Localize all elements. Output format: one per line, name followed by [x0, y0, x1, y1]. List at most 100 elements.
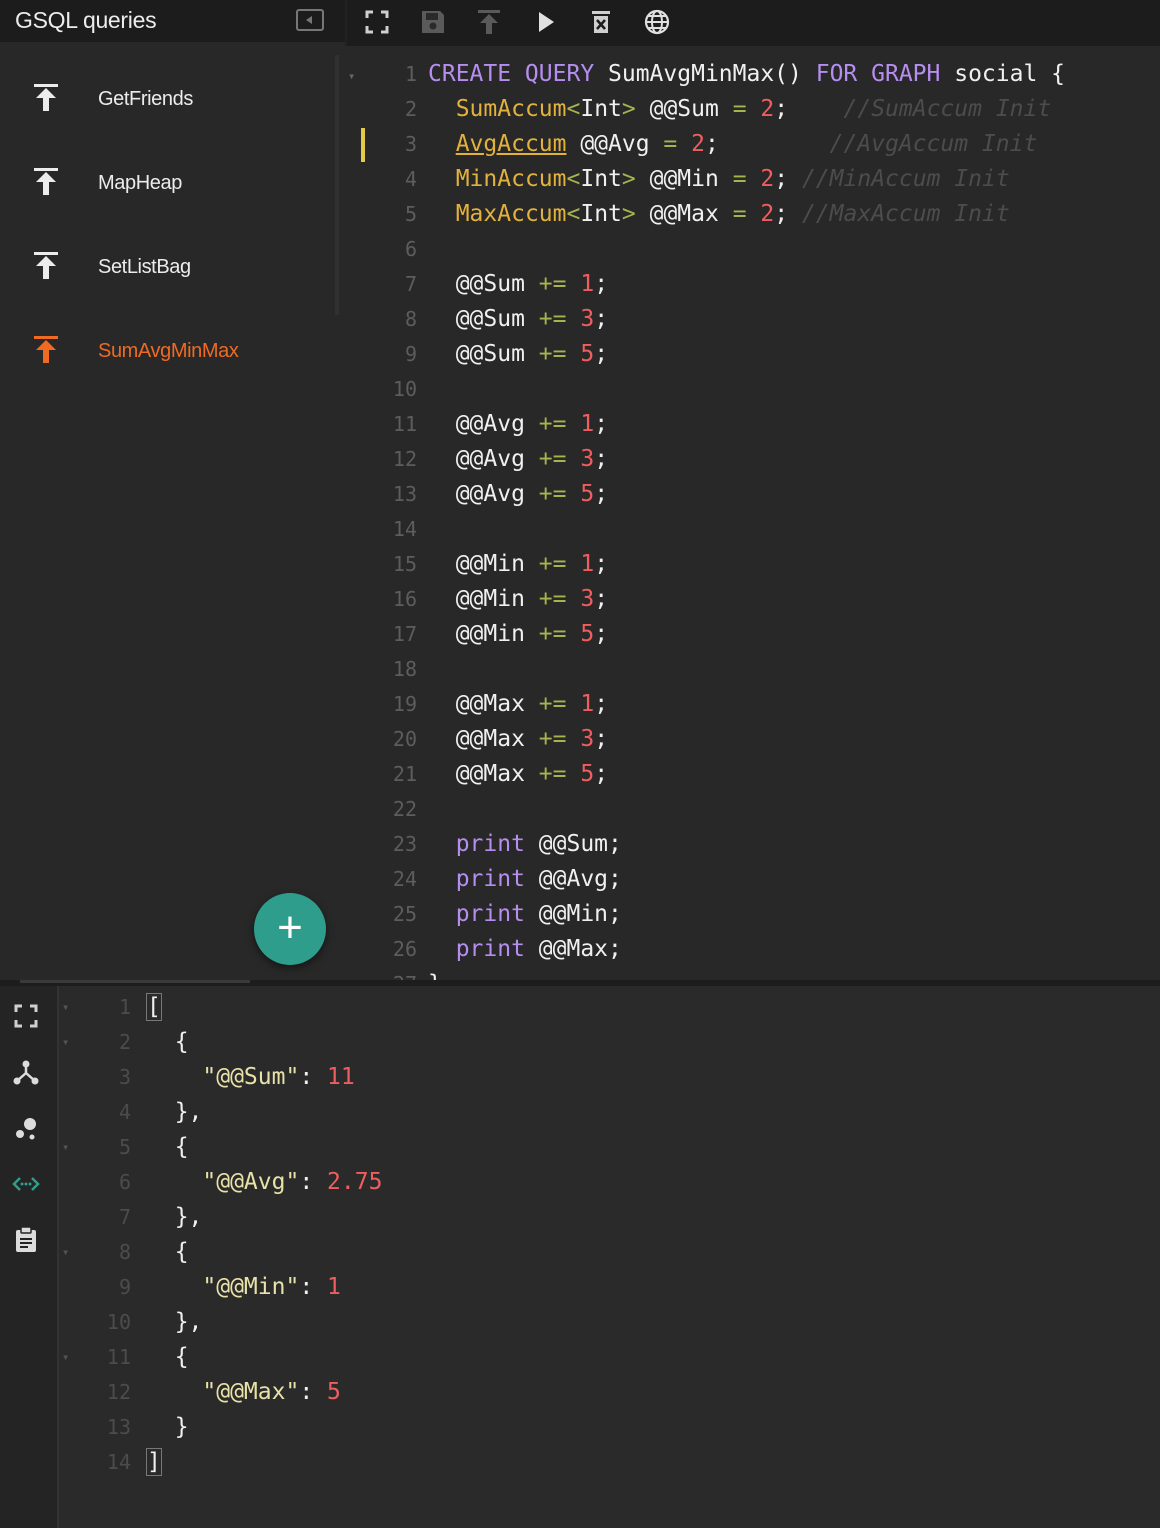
upload-arrow-icon	[34, 84, 58, 111]
query-item-label: SetListBag	[98, 256, 191, 278]
fold-toggle-icon[interactable]: ▾	[62, 1350, 69, 1364]
json-text: "@@Avg": 2.75	[147, 1165, 382, 1200]
code-token: ;	[594, 726, 609, 752]
code-token: <	[566, 166, 581, 192]
code-token: <	[566, 201, 581, 227]
upload-arrow-icon	[34, 252, 58, 279]
code-editor[interactable]: ▾ 1 CREATE QUERY SumAvgMinMax() FOR GRAPH…	[345, 46, 1160, 985]
line-number: 17	[392, 622, 417, 646]
line-number: 2	[118, 1030, 131, 1054]
line-number: 5	[118, 1135, 131, 1159]
code-token: =	[732, 201, 761, 227]
fold-toggle-icon[interactable]: ▾	[62, 1245, 69, 1259]
code-token: print	[455, 831, 539, 857]
code-token: =	[732, 166, 761, 192]
code-text: @@Max += 5;	[428, 757, 608, 792]
globe-icon[interactable]	[643, 8, 671, 36]
code-token: +=	[538, 691, 581, 717]
fold-toggle-icon[interactable]: ▾	[62, 1035, 69, 1049]
code-token: //MaxAccum Init	[801, 201, 1010, 227]
line-number: 12	[106, 1380, 131, 1404]
query-item-setlistbag[interactable]: SetListBag	[0, 237, 335, 297]
code-token: >	[621, 96, 650, 122]
json-token: 1	[327, 1274, 341, 1300]
json-token: ]	[146, 1448, 162, 1476]
graph-icon[interactable]	[12, 1114, 40, 1142]
code-token: ;	[594, 761, 609, 787]
query-item-sumavgminmax[interactable]: SumAvgMinMax	[0, 321, 335, 381]
code-token: @@Max	[455, 761, 539, 787]
code-token: Int	[580, 166, 622, 192]
json-token: :	[299, 1274, 328, 1300]
code-token: CREATE QUERY	[428, 61, 609, 87]
json-token: {	[147, 1344, 189, 1370]
json-text: },	[147, 1095, 203, 1130]
query-item-label: SumAvgMinMax	[98, 340, 239, 362]
code-token: +=	[538, 726, 581, 752]
fold-toggle-icon[interactable]: ▾	[62, 1000, 69, 1014]
code-text: CREATE QUERY SumAvgMinMax() FOR GRAPH so…	[428, 57, 1065, 92]
line-number: 10	[106, 1310, 131, 1334]
divider-highlight	[20, 980, 250, 983]
code-token: 5	[580, 761, 595, 787]
code-token: +=	[538, 586, 581, 612]
code-text: @@Sum += 1;	[428, 267, 608, 302]
line-number: 5	[404, 202, 417, 226]
line-number: 3	[404, 132, 417, 156]
line-number: 14	[392, 517, 417, 541]
code-text: AvgAccum @@Avg = 2; //AvgAccum Init	[428, 127, 1038, 162]
delete-icon[interactable]	[587, 8, 615, 36]
save-icon[interactable]	[419, 8, 447, 36]
json-text: {	[147, 1025, 189, 1060]
query-item-getfriends[interactable]: GetFriends	[0, 69, 335, 129]
code-token: +=	[538, 271, 581, 297]
code-text: @@Min += 5;	[428, 617, 608, 652]
query-list-scrollbar[interactable]	[335, 55, 339, 315]
clipboard-icon[interactable]	[12, 1226, 40, 1254]
expand-icon[interactable]	[12, 1002, 40, 1030]
query-item-mapheap[interactable]: MapHeap	[0, 153, 335, 213]
fold-toggle-icon[interactable]: ▾	[62, 1140, 69, 1154]
line-number: 24	[392, 867, 417, 891]
run-icon[interactable]	[531, 8, 559, 36]
line-number: 9	[404, 342, 417, 366]
code-token: 2	[760, 96, 775, 122]
code-token: @@Min	[649, 166, 733, 192]
json-text: ]	[146, 1445, 162, 1480]
code-token: ;	[594, 621, 609, 647]
collapse-panel-icon[interactable]	[296, 9, 324, 31]
code-token: ;	[594, 306, 609, 332]
json-token: [	[146, 993, 162, 1021]
code-token: MaxAccum	[455, 201, 567, 227]
add-query-button[interactable]: +	[254, 893, 326, 965]
code-token: FOR GRAPH	[815, 61, 955, 87]
code-token: @@Sum	[455, 271, 539, 297]
code-token: //SumAccum Init	[843, 96, 1052, 122]
code-token: //MinAccum Init	[801, 166, 1010, 192]
json-text: "@@Sum": 11	[147, 1060, 355, 1095]
json-text: [	[146, 990, 162, 1025]
json-icon[interactable]	[12, 1170, 40, 1198]
json-text: {	[147, 1235, 189, 1270]
editor-toolbar	[345, 0, 1160, 46]
schema-icon[interactable]	[12, 1058, 40, 1086]
expand-icon[interactable]	[363, 8, 391, 36]
code-token: 3	[580, 306, 595, 332]
install-icon[interactable]	[475, 8, 503, 36]
query-list-panel: GSQL queries GetFriends MapHeap SetListB…	[0, 0, 345, 985]
result-json-viewer[interactable]: 1[▾ 2 {▾ 3 "@@Sum": 11 4 }, 5 {▾ 6 "@@Avg": 2…	[57, 986, 1160, 1528]
code-text: @@Sum += 3;	[428, 302, 608, 337]
code-token: +=	[538, 621, 581, 647]
json-token: 11	[327, 1064, 355, 1090]
line-number: 18	[392, 657, 417, 681]
json-token: "@@Max"	[202, 1379, 300, 1405]
line-number: 10	[392, 377, 417, 401]
code-text: print @@Sum;	[428, 827, 622, 862]
